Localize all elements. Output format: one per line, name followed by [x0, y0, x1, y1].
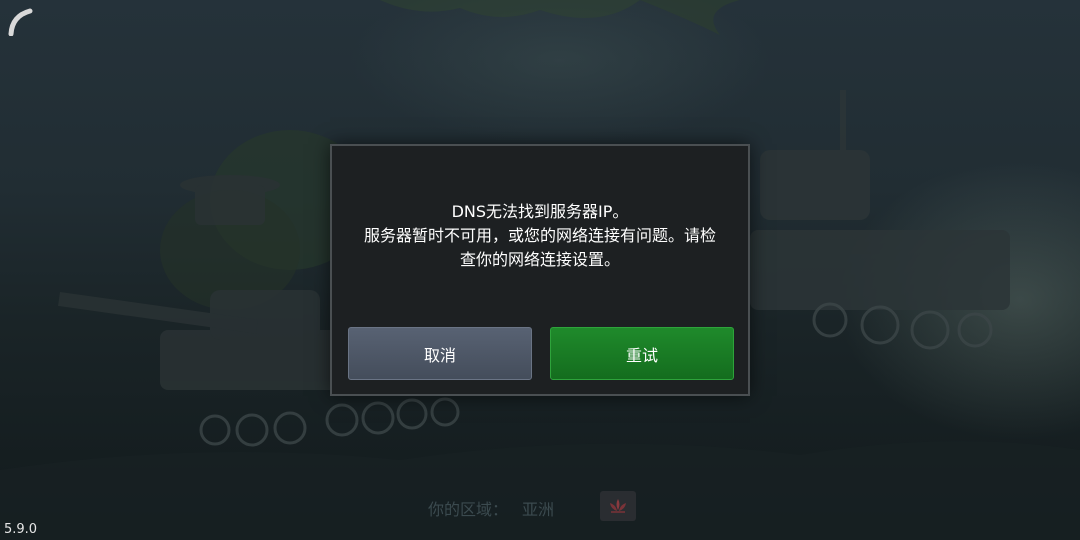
- loading-arc-icon: [6, 6, 36, 37]
- region-indicator: 你的区域： 亚洲: [428, 496, 554, 520]
- region-value: 亚洲: [522, 500, 555, 519]
- message-line: 服务器暂时不可用，或您的网络连接有问题。请检: [363, 226, 716, 245]
- lotus-icon[interactable]: [600, 491, 636, 521]
- cancel-button[interactable]: 取消: [348, 327, 532, 380]
- error-message: DNS无法找到服务器IP。 服务器暂时不可用，或您的网络连接有问题。请检 查你的…: [332, 200, 748, 272]
- message-line: 查你的网络连接设置。: [459, 250, 620, 269]
- version-label: 5.9.0: [4, 522, 38, 537]
- error-dialog: DNS无法找到服务器IP。 服务器暂时不可用，或您的网络连接有问题。请检 查你的…: [330, 144, 750, 396]
- region-label: 你的区域：: [428, 500, 509, 519]
- retry-button[interactable]: 重试: [550, 327, 734, 380]
- message-line: DNS无法找到服务器IP。: [451, 202, 629, 221]
